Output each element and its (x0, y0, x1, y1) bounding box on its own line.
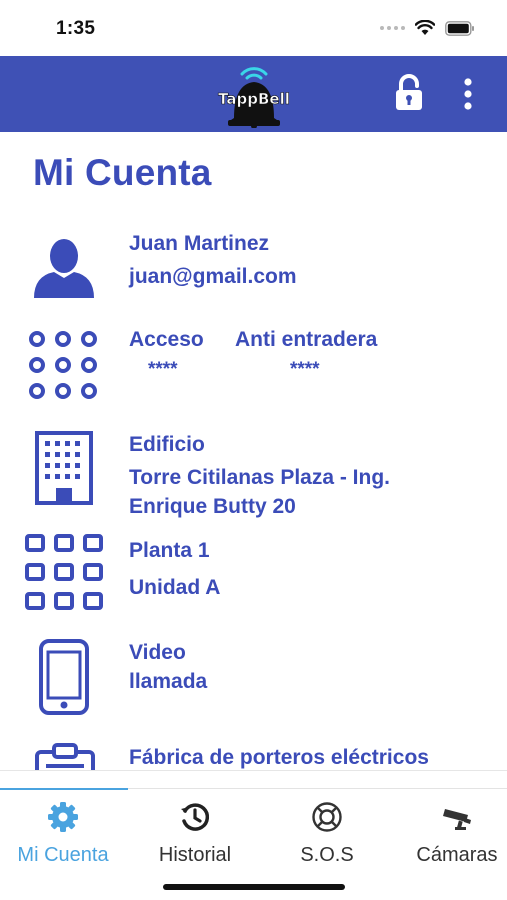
tab-historial[interactable]: Historial (132, 789, 258, 879)
anti-entradera-label: Anti entradera (235, 328, 378, 351)
cellular-signal-icon (380, 26, 405, 30)
status-time: 1:35 (56, 18, 96, 39)
units-grid-icon (24, 533, 104, 611)
active-tab-indicator (0, 788, 128, 790)
user-icon (32, 236, 96, 298)
building-label: Edificio (129, 433, 205, 456)
tappbell-logo: TappBell (212, 62, 296, 129)
more-vertical-icon (464, 78, 472, 110)
user-email: juan@gmail.com (129, 265, 297, 288)
tab-label: Historial (158, 844, 232, 866)
tab-label: S.O.S (300, 844, 354, 866)
camera-icon (443, 809, 471, 830)
access-code: **** (148, 359, 178, 380)
access-label: Acceso (129, 328, 204, 351)
status-indicators (380, 20, 475, 36)
battery-icon (445, 20, 474, 36)
factory-label: Fábrica de porteros eléctricos (129, 746, 429, 769)
floor-label: Planta 1 (129, 539, 210, 562)
anti-entradera-code: **** (290, 359, 320, 380)
video-call-label: llamada (129, 670, 208, 693)
tab-camaras[interactable]: Cámaras (394, 789, 507, 879)
building-icon (34, 430, 94, 506)
phone-icon (38, 638, 90, 716)
app-header: TappBell (0, 56, 507, 132)
tab-sos[interactable]: S.O.S (264, 789, 390, 879)
tab-label: Cámaras (416, 844, 498, 866)
wifi-icon (415, 20, 435, 35)
tab-label: Mi Cuenta (17, 844, 109, 866)
lifebuoy-icon (312, 802, 342, 832)
status-bar: 1:35 (0, 0, 507, 56)
keypad-icon (28, 330, 98, 400)
user-name: Juan Martinez (129, 232, 270, 255)
content-divider (0, 770, 507, 771)
page-title: Mi Cuenta (33, 152, 212, 193)
tab-mi-cuenta[interactable]: Mi Cuenta (0, 789, 126, 879)
video-label: Video (129, 641, 186, 664)
building-address-line2: Enrique Butty 20 (129, 495, 296, 518)
unit-label: Unidad A (129, 576, 221, 599)
more-options-button[interactable] (456, 76, 480, 112)
lock-open-icon (396, 74, 422, 110)
building-address-line1: Torre Citilanas Plaza - Ing. (129, 466, 391, 489)
gear-icon (48, 802, 78, 832)
clipboard-icon (34, 742, 96, 770)
home-indicator (163, 884, 345, 890)
svg-text:TappBell: TappBell (218, 90, 290, 108)
lock-button[interactable] (393, 74, 425, 112)
history-icon (181, 803, 210, 831)
